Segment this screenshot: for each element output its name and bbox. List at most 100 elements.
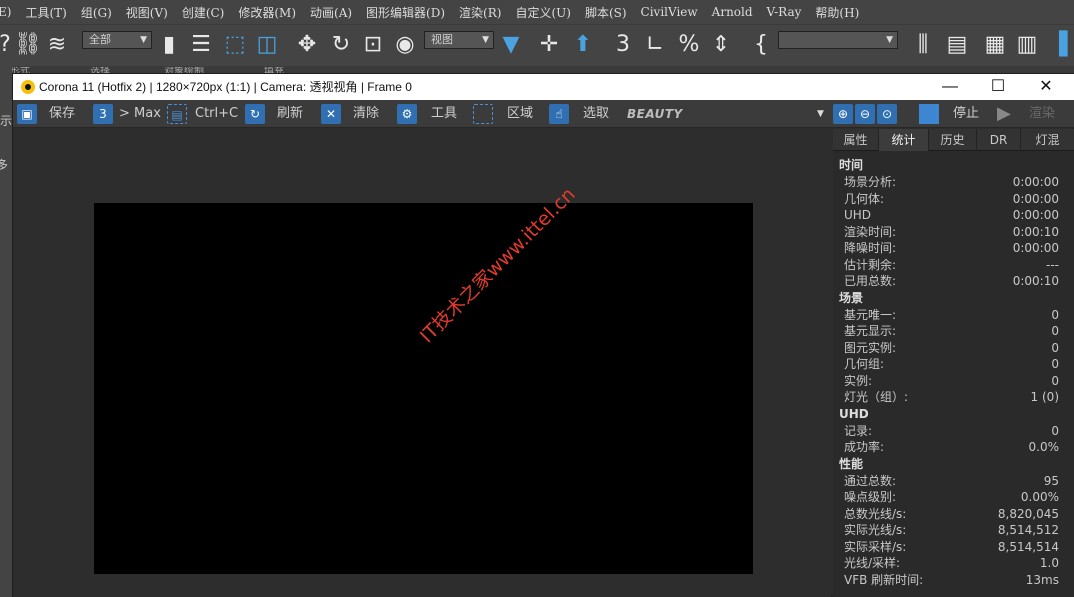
rect-selection-icon[interactable]: ⬚ — [222, 31, 248, 59]
chevron-down-icon: ▼ — [886, 35, 893, 45]
stats-section-title: 时间 — [839, 158, 864, 172]
menu-modifiers[interactable]: 修改器(M) — [238, 4, 296, 21]
zoom-out-icon[interactable]: ⊖ — [855, 104, 875, 124]
menu-edit[interactable]: E) — [0, 5, 11, 19]
stats-label: 实际采样/s: — [844, 539, 907, 554]
snaps-toggle-icon[interactable]: 3 — [610, 31, 636, 59]
chevron-down-icon[interactable]: ▼ — [817, 100, 824, 128]
tab-properties[interactable]: 属性 — [833, 129, 879, 151]
minimize-button[interactable]: — — [927, 74, 973, 100]
menu-group[interactable]: 组(G) — [81, 4, 112, 21]
max-button[interactable]: > Max — [119, 100, 161, 128]
clear-button[interactable]: 清除 — [353, 100, 379, 128]
stats-row: 成功率: 0.0% — [833, 439, 1074, 456]
menu-animation[interactable]: 动画(A) — [310, 4, 352, 21]
scene-explorer-icon[interactable]: ▦ — [982, 31, 1008, 59]
named-selection-dropdown[interactable]: ▼ — [778, 31, 898, 49]
stop-button[interactable]: 停止 — [953, 100, 979, 128]
max-left-strip: 示 多 — [0, 66, 12, 597]
reference-coordinate-dropdown[interactable]: 视图 ▼ — [424, 31, 494, 49]
vfb-toolbar: ▣ 保存 3 > Max ▤ Ctrl+C ↻ 刷新 ✕ 清除 ⚙ 工具 区域 … — [13, 100, 1074, 128]
tab-history[interactable]: 历史 — [929, 129, 977, 151]
menu-customize[interactable]: 自定义(U) — [515, 4, 570, 21]
menu-rendering[interactable]: 渲染(R) — [459, 4, 501, 21]
select-manipulate-icon[interactable]: ✛ — [536, 31, 562, 59]
zoom-in-icon[interactable]: ⊕ — [833, 104, 853, 124]
scale-icon[interactable]: ⊡ — [360, 31, 386, 59]
edit-named-selection-icon[interactable]: { — [748, 31, 774, 59]
selection-filter-dropdown[interactable]: 全部 ▼ — [82, 31, 152, 49]
select-object-icon[interactable]: ▮ — [156, 31, 182, 59]
keyboard-shortcut-override-icon[interactable]: ⬆ — [570, 31, 596, 59]
copy-icon[interactable]: ▤ — [167, 104, 187, 124]
menu-vray[interactable]: V-Ray — [767, 5, 802, 19]
layer-explorer-icon[interactable]: ▥ — [1014, 31, 1040, 59]
zoom-fit-icon[interactable]: ⊙ — [877, 104, 897, 124]
menu-help[interactable]: 帮助(H) — [815, 4, 859, 21]
pick-button[interactable]: 选取 — [583, 100, 609, 128]
stats-label: 基元显示: — [844, 324, 897, 338]
copy-button[interactable]: Ctrl+C — [195, 100, 238, 128]
stats-value: 0.00% — [1020, 490, 1059, 504]
stats-label: 总数光线/s: — [844, 506, 907, 521]
link-icon[interactable]: ⛓ — [14, 31, 42, 59]
close-button[interactable]: ✕ — [1023, 74, 1069, 100]
chevron-down-icon: ▼ — [140, 35, 147, 45]
placement-icon[interactable]: ◉ — [392, 31, 418, 59]
menu-arnold[interactable]: Arnold — [712, 5, 753, 19]
percent-snap-icon[interactable]: % — [676, 31, 702, 59]
select-by-name-icon[interactable]: ☰ — [188, 31, 214, 59]
menu-view[interactable]: 视图(V) — [126, 4, 168, 21]
send-to-max-icon[interactable]: 3 — [93, 104, 113, 124]
menu-civilview[interactable]: CivilView — [641, 5, 698, 19]
save-button[interactable]: 保存 — [49, 100, 75, 128]
stats-value: 0 — [1051, 373, 1059, 388]
tab-lightmix[interactable]: 灯混 — [1021, 129, 1074, 151]
menu-graph-editors[interactable]: 图形编辑器(D) — [366, 4, 445, 21]
vfb-titlebar[interactable]: Corona 11 (Hotfix 2) | 1280×720px (1:1) … — [13, 74, 1074, 100]
stats-label: 基元唯一: — [844, 307, 897, 322]
stats-label: 光线/采样: — [844, 556, 901, 570]
bind-spacewarp-icon[interactable]: ≋ — [44, 31, 70, 59]
left-strip-char: 多 — [0, 158, 9, 172]
menu-tools[interactable]: 工具(T) — [25, 4, 66, 21]
render-button[interactable]: 渲染 — [1029, 100, 1055, 128]
play-icon[interactable]: ▶ — [997, 100, 1011, 128]
tab-stats[interactable]: 统计 — [879, 129, 929, 151]
tools-button[interactable]: 工具 — [431, 100, 457, 128]
align-icon[interactable]: ▤ — [944, 31, 970, 59]
stats-row: 基元显示: 0 — [833, 323, 1074, 340]
menu-create[interactable]: 创建(C) — [182, 4, 225, 21]
save-icon[interactable]: ▣ — [17, 104, 37, 124]
spinner-snap-icon[interactable]: ⇕ — [708, 31, 734, 59]
tab-dr[interactable]: DR — [977, 129, 1021, 151]
stats-row: 几何组: 0 — [833, 356, 1074, 373]
gear-icon[interactable]: ⚙ — [397, 104, 417, 124]
angle-snap-icon[interactable]: ∟ — [642, 31, 668, 59]
refresh-button[interactable]: 刷新 — [277, 100, 303, 128]
render-image[interactable] — [94, 203, 753, 574]
render-channel-dropdown[interactable]: BEAUTY — [627, 100, 827, 128]
region-icon[interactable] — [473, 104, 493, 124]
pick-icon[interactable]: ☝ — [549, 104, 569, 124]
window-crossing-icon[interactable]: ◫ — [254, 31, 280, 59]
refresh-icon[interactable]: ↻ — [245, 104, 265, 124]
panel-tabs: 属性 统计 历史 DR 灯混 — [833, 129, 1074, 151]
stats-label: 几何组: — [844, 357, 885, 371]
clear-icon[interactable]: ✕ — [321, 104, 341, 124]
stats-label: 已用总数: — [844, 274, 897, 288]
move-icon[interactable]: ✥ — [294, 31, 320, 59]
max-menubar: E) 工具(T) 组(G) 视图(V) 创建(C) 修改器(M) 动画(A) 图… — [0, 0, 1074, 24]
rotate-icon[interactable]: ↻ — [328, 31, 354, 59]
mirror-icon[interactable]: ⫼ — [910, 31, 936, 59]
menu-scripting[interactable]: 脚本(S) — [585, 4, 627, 21]
ribbon-toggle-icon[interactable]: ▐ — [1046, 31, 1072, 59]
stats-label: 降噪时间: — [844, 241, 897, 255]
region-button[interactable]: 区域 — [507, 100, 533, 128]
maximize-button[interactable]: ☐ — [975, 74, 1021, 100]
stats-row: 记录: 0 — [833, 423, 1074, 440]
stats-section-title: 场景 — [839, 290, 864, 305]
vfb-canvas-area[interactable]: IT技术之家www.ittel.cn — [13, 129, 831, 597]
stop-icon[interactable] — [919, 104, 939, 124]
pivot-point-icon[interactable]: ▼ — [498, 31, 524, 59]
